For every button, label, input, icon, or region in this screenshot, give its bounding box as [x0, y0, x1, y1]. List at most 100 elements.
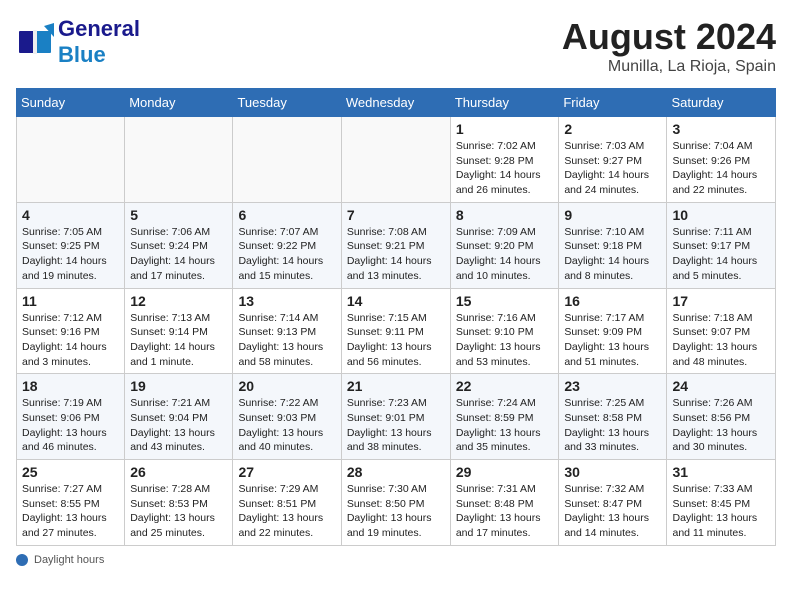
- calendar-cell: 9Sunrise: 7:10 AMSunset: 9:18 PMDaylight…: [559, 202, 667, 288]
- logo-general-text: General: [58, 16, 140, 41]
- calendar-cell: [233, 117, 341, 203]
- calendar-cell: 3 Sunrise: 7:04 AMSunset: 9:26 PMDaylight…: [667, 117, 776, 203]
- day-number: 22: [456, 378, 554, 394]
- calendar-cell: 7 Sunrise: 7:08 AMSunset: 9:21 PMDaylight…: [341, 202, 450, 288]
- weekday-header-friday: Friday: [559, 89, 667, 117]
- day-number: 12: [130, 293, 227, 309]
- day-number: 10: [672, 207, 770, 223]
- day-info: Sunrise: 7:08 AMSunset: 9:21 PMDaylight:…: [347, 225, 445, 284]
- day-number: 17: [672, 293, 770, 309]
- calendar-cell: 5Sunrise: 7:06 AMSunset: 9:24 PMDaylight…: [125, 202, 233, 288]
- day-number: 19: [130, 378, 227, 394]
- calendar-cell: 20Sunrise: 7:22 AMSunset: 9:03 PMDayligh…: [233, 374, 341, 460]
- logo: General Blue: [16, 16, 140, 68]
- day-number: 30: [564, 464, 661, 480]
- day-info: Sunrise: 7:05 AMSunset: 9:25 PMDaylight:…: [22, 225, 119, 284]
- location-subtitle: Munilla, La Rioja, Spain: [562, 58, 776, 76]
- day-info: Sunrise: 7:18 AMSunset: 9:07 PMDaylight:…: [672, 311, 770, 370]
- day-number: 9: [564, 207, 661, 223]
- calendar-cell: 23 Sunrise: 7:25 AMSunset: 8:58 PMDayligh…: [559, 374, 667, 460]
- calendar-row-3: 11 Sunrise: 7:12 AMSunset: 9:16 PMDayligh…: [17, 288, 776, 374]
- day-info: Sunrise: 7:13 AMSunset: 9:14 PMDaylight:…: [130, 311, 227, 370]
- day-info: Sunrise: 7:14 AMSunset: 9:13 PMDaylight:…: [238, 311, 335, 370]
- day-number: 15: [456, 293, 554, 309]
- day-info: Sunrise: 7:09 AMSunset: 9:20 PMDaylight:…: [456, 225, 554, 284]
- day-info: Sunrise: 7:06 AMSunset: 9:24 PMDaylight:…: [130, 225, 227, 284]
- calendar-cell: [17, 117, 125, 203]
- calendar-cell: 6Sunrise: 7:07 AMSunset: 9:22 PMDaylight…: [233, 202, 341, 288]
- calendar-cell: 29Sunrise: 7:31 AMSunset: 8:48 PMDayligh…: [450, 460, 559, 546]
- calendar-cell: 15 Sunrise: 7:16 AMSunset: 9:10 PMDayligh…: [450, 288, 559, 374]
- day-info: Sunrise: 7:26 AMSunset: 8:56 PMDaylight:…: [672, 396, 770, 455]
- weekday-header-monday: Monday: [125, 89, 233, 117]
- calendar-cell: 17 Sunrise: 7:18 AMSunset: 9:07 PMDayligh…: [667, 288, 776, 374]
- day-number: 1: [456, 121, 554, 137]
- day-number: 31: [672, 464, 770, 480]
- day-number: 11: [22, 293, 119, 309]
- calendar-cell: 28Sunrise: 7:30 AMSunset: 8:50 PMDayligh…: [341, 460, 450, 546]
- day-number: 2: [564, 121, 661, 137]
- weekday-header-sunday: Sunday: [17, 89, 125, 117]
- calendar-cell: 12 Sunrise: 7:13 AMSunset: 9:14 PMDayligh…: [125, 288, 233, 374]
- calendar-row-1: 1 Sunrise: 7:02 AMSunset: 9:28 PMDaylight…: [17, 117, 776, 203]
- calendar-cell: 21Sunrise: 7:23 AMSunset: 9:01 PMDayligh…: [341, 374, 450, 460]
- title-block: August 2024 Munilla, La Rioja, Spain: [562, 16, 776, 76]
- calendar-row-5: 25Sunrise: 7:27 AMSunset: 8:55 PMDayligh…: [17, 460, 776, 546]
- weekday-header-saturday: Saturday: [667, 89, 776, 117]
- day-number: 28: [347, 464, 445, 480]
- day-info: Sunrise: 7:33 AMSunset: 8:45 PMDaylight:…: [672, 482, 770, 541]
- day-info: Sunrise: 7:29 AMSunset: 8:51 PMDaylight:…: [238, 482, 335, 541]
- calendar-row-4: 18 Sunrise: 7:19 AMSunset: 9:06 PMDayligh…: [17, 374, 776, 460]
- calendar-cell: 18 Sunrise: 7:19 AMSunset: 9:06 PMDayligh…: [17, 374, 125, 460]
- day-info: Sunrise: 7:23 AMSunset: 9:01 PMDaylight:…: [347, 396, 445, 455]
- day-info: Sunrise: 7:25 AMSunset: 8:58 PMDaylight:…: [564, 396, 661, 455]
- footer-dot-icon: [16, 554, 28, 566]
- footer-label: Daylight hours: [34, 554, 104, 566]
- day-number: 8: [456, 207, 554, 223]
- calendar-cell: 26Sunrise: 7:28 AMSunset: 8:53 PMDayligh…: [125, 460, 233, 546]
- day-info: Sunrise: 7:11 AMSunset: 9:17 PMDaylight:…: [672, 225, 770, 284]
- calendar-cell: 11 Sunrise: 7:12 AMSunset: 9:16 PMDayligh…: [17, 288, 125, 374]
- calendar-header-row: SundayMondayTuesdayWednesdayThursdayFrid…: [17, 89, 776, 117]
- day-info: Sunrise: 7:21 AMSunset: 9:04 PMDaylight:…: [130, 396, 227, 455]
- weekday-header-thursday: Thursday: [450, 89, 559, 117]
- calendar-cell: 30 Sunrise: 7:32 AMSunset: 8:47 PMDayligh…: [559, 460, 667, 546]
- calendar-cell: 19 Sunrise: 7:21 AMSunset: 9:04 PMDayligh…: [125, 374, 233, 460]
- month-year-title: August 2024: [562, 16, 776, 58]
- day-number: 24: [672, 378, 770, 394]
- day-info: Sunrise: 7:16 AMSunset: 9:10 PMDaylight:…: [456, 311, 554, 370]
- day-number: 3: [672, 121, 770, 137]
- calendar-row-2: 4Sunrise: 7:05 AMSunset: 9:25 PMDaylight…: [17, 202, 776, 288]
- day-info: Sunrise: 7:04 AMSunset: 9:26 PMDaylight:…: [672, 139, 770, 198]
- day-info: Sunrise: 7:24 AMSunset: 8:59 PMDaylight:…: [456, 396, 554, 455]
- day-number: 6: [238, 207, 335, 223]
- day-number: 7: [347, 207, 445, 223]
- calendar-cell: 27 Sunrise: 7:29 AMSunset: 8:51 PMDayligh…: [233, 460, 341, 546]
- calendar-cell: 24 Sunrise: 7:26 AMSunset: 8:56 PMDayligh…: [667, 374, 776, 460]
- calendar-cell: 4Sunrise: 7:05 AMSunset: 9:25 PMDaylight…: [17, 202, 125, 288]
- day-info: Sunrise: 7:02 AMSunset: 9:28 PMDaylight:…: [456, 139, 554, 198]
- page: General Blue August 2024 Munilla, La Rio…: [0, 0, 792, 582]
- day-info: Sunrise: 7:12 AMSunset: 9:16 PMDaylight:…: [22, 311, 119, 370]
- calendar-cell: 1 Sunrise: 7:02 AMSunset: 9:28 PMDaylight…: [450, 117, 559, 203]
- calendar-cell: 10 Sunrise: 7:11 AMSunset: 9:17 PMDayligh…: [667, 202, 776, 288]
- calendar-cell: 25Sunrise: 7:27 AMSunset: 8:55 PMDayligh…: [17, 460, 125, 546]
- day-info: Sunrise: 7:32 AMSunset: 8:47 PMDaylight:…: [564, 482, 661, 541]
- calendar-cell: 14Sunrise: 7:15 AMSunset: 9:11 PMDayligh…: [341, 288, 450, 374]
- day-number: 23: [564, 378, 661, 394]
- calendar-cell: [125, 117, 233, 203]
- calendar-cell: 16Sunrise: 7:17 AMSunset: 9:09 PMDayligh…: [559, 288, 667, 374]
- day-info: Sunrise: 7:19 AMSunset: 9:06 PMDaylight:…: [22, 396, 119, 455]
- calendar-cell: 31 Sunrise: 7:33 AMSunset: 8:45 PMDayligh…: [667, 460, 776, 546]
- weekday-header-wednesday: Wednesday: [341, 89, 450, 117]
- calendar-cell: 2 Sunrise: 7:03 AMSunset: 9:27 PMDaylight…: [559, 117, 667, 203]
- logo-icon: [16, 23, 54, 61]
- day-number: 25: [22, 464, 119, 480]
- day-info: Sunrise: 7:28 AMSunset: 8:53 PMDaylight:…: [130, 482, 227, 541]
- day-number: 18: [22, 378, 119, 394]
- day-number: 27: [238, 464, 335, 480]
- day-info: Sunrise: 7:03 AMSunset: 9:27 PMDaylight:…: [564, 139, 661, 198]
- day-info: Sunrise: 7:22 AMSunset: 9:03 PMDaylight:…: [238, 396, 335, 455]
- day-number: 14: [347, 293, 445, 309]
- calendar-cell: [341, 117, 450, 203]
